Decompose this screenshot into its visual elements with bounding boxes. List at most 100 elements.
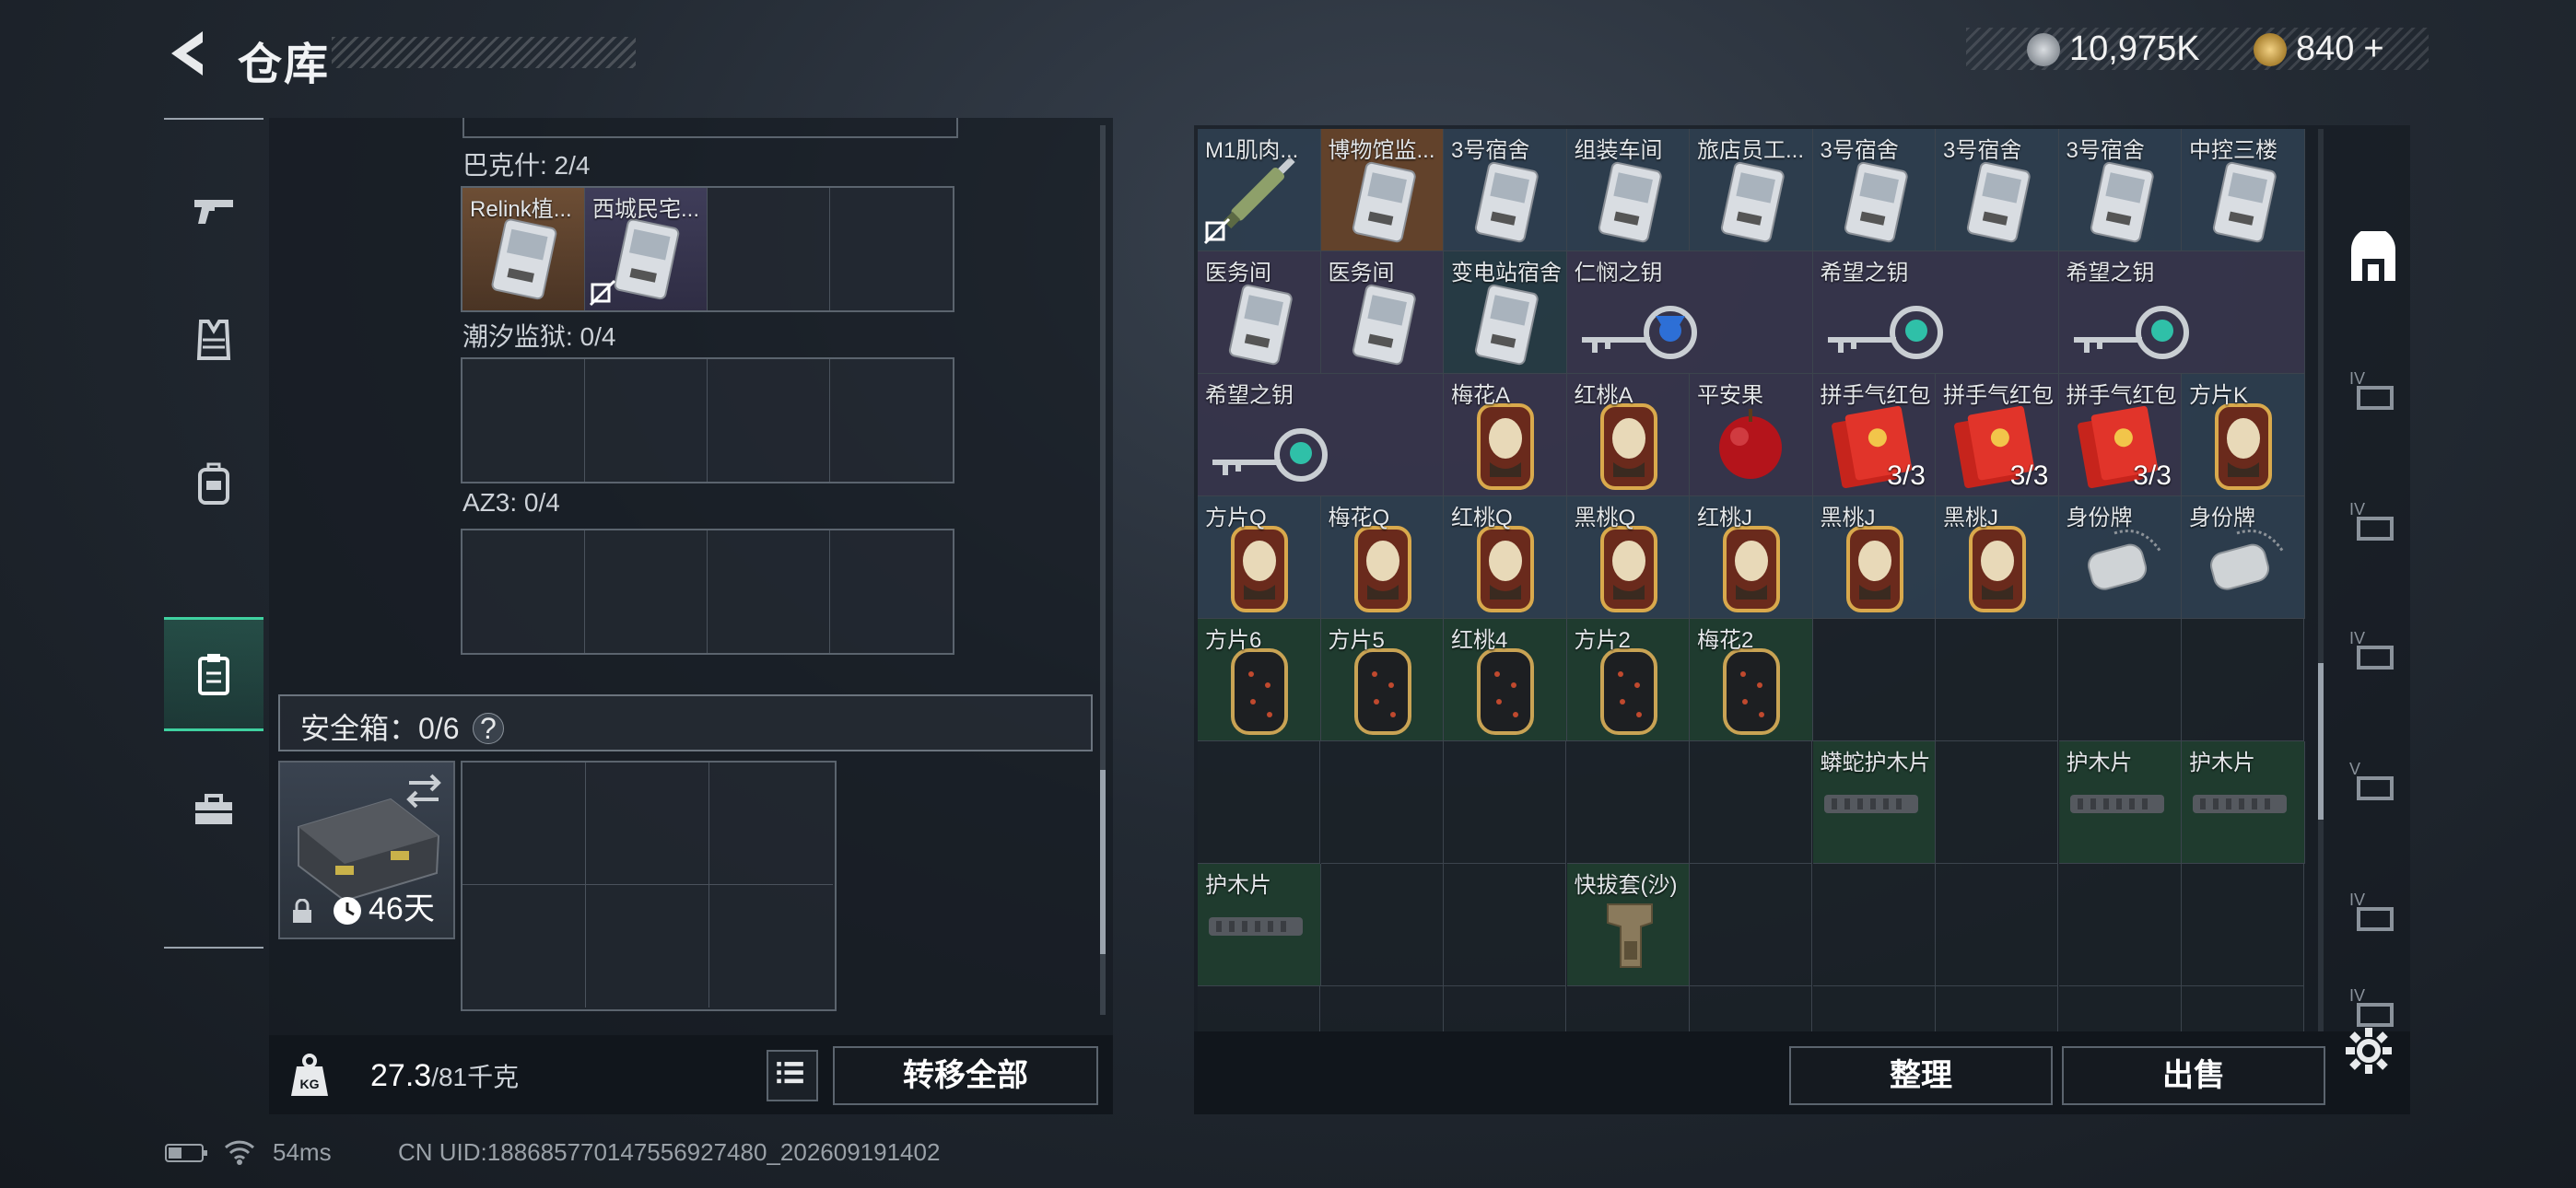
stash-item[interactable]: M1肌肉... bbox=[1198, 129, 1321, 251]
tab-armor[interactable] bbox=[164, 285, 263, 394]
key-card-slot[interactable]: 西城民宅... bbox=[585, 188, 708, 310]
empty-slot[interactable] bbox=[2058, 619, 2182, 741]
back-arrow-icon[interactable] bbox=[162, 26, 210, 81]
empty-slot[interactable] bbox=[1690, 741, 1812, 864]
empty-slot[interactable] bbox=[1444, 741, 1566, 864]
stash-item[interactable]: 中控三楼 bbox=[2182, 129, 2305, 251]
empty-slot[interactable] bbox=[1936, 619, 2058, 741]
empty-slot[interactable] bbox=[1198, 741, 1320, 864]
stash-item[interactable]: 护木片 bbox=[2058, 741, 2182, 864]
tab-stash-page-4d[interactable]: IV bbox=[2336, 851, 2410, 971]
stash-item[interactable]: 医务间 bbox=[1320, 251, 1444, 374]
safebox-case[interactable]: 46天 bbox=[278, 761, 455, 939]
empty-slot[interactable] bbox=[463, 885, 586, 1007]
stash-item[interactable]: 身份牌 bbox=[2058, 496, 2182, 619]
stash-item[interactable]: 方片Q bbox=[1198, 496, 1321, 619]
empty-slot[interactable] bbox=[709, 763, 833, 885]
empty-slot[interactable] bbox=[1936, 741, 2058, 864]
empty-slot[interactable] bbox=[830, 359, 953, 482]
stash-item[interactable]: 快拔套(沙) bbox=[1566, 864, 1690, 986]
empty-slot[interactable] bbox=[463, 359, 585, 482]
empty-slot[interactable] bbox=[1320, 864, 1444, 986]
empty-slot[interactable] bbox=[708, 530, 830, 653]
stash-item[interactable]: 黑桃J bbox=[1812, 496, 1936, 619]
tab-stash-page-5[interactable]: V bbox=[2336, 720, 2410, 840]
stash-item[interactable]: 拼手气红包 3/3 bbox=[2058, 374, 2182, 496]
stash-item[interactable]: 蟒蛇护木片 bbox=[1812, 741, 1936, 864]
currency-tokens[interactable]: 840 + bbox=[2254, 29, 2384, 69]
stash-item[interactable]: 变电站宿舍 bbox=[1444, 251, 1567, 374]
stash-item[interactable]: 希望之钥 bbox=[1198, 374, 1444, 496]
tab-keycase[interactable] bbox=[164, 617, 263, 731]
stash-item[interactable]: 希望之钥 bbox=[2058, 251, 2305, 374]
help-icon[interactable]: ? bbox=[472, 713, 504, 744]
stash-item[interactable]: 拼手气红包 3/3 bbox=[1812, 374, 1936, 496]
empty-slot[interactable] bbox=[1936, 986, 2058, 1031]
transfer-all-button[interactable]: 转移全部 bbox=[833, 1046, 1098, 1105]
left-scrollbar[interactable] bbox=[1100, 125, 1106, 1015]
stash-item[interactable]: 旅店员工... bbox=[1690, 129, 1813, 251]
stash-item[interactable]: 仁悯之钥 bbox=[1566, 251, 1813, 374]
empty-slot[interactable] bbox=[1812, 864, 1936, 986]
empty-slot[interactable] bbox=[585, 359, 708, 482]
empty-slot[interactable] bbox=[709, 885, 833, 1007]
stash-item[interactable]: 护木片 bbox=[1198, 864, 1321, 986]
stash-item[interactable]: 方片6 bbox=[1198, 619, 1321, 741]
empty-slot[interactable] bbox=[708, 359, 830, 482]
stash-item[interactable]: 3号宿舍 bbox=[2058, 129, 2182, 251]
stash-item[interactable]: 3号宿舍 bbox=[1812, 129, 1936, 251]
stash-item[interactable]: 医务间 bbox=[1198, 251, 1321, 374]
stash-item[interactable]: 梅花A bbox=[1444, 374, 1567, 496]
empty-slot[interactable] bbox=[1566, 741, 1690, 864]
tab-toolbox[interactable] bbox=[164, 755, 263, 864]
empty-slot[interactable] bbox=[1198, 986, 1320, 1031]
stash-item[interactable]: 平安果 bbox=[1690, 374, 1813, 496]
stash-item[interactable]: 方片5 bbox=[1320, 619, 1444, 741]
empty-slot[interactable] bbox=[1444, 864, 1566, 986]
stash-item[interactable]: 希望之钥 bbox=[1812, 251, 2059, 374]
settings-gear-icon[interactable] bbox=[2342, 1024, 2395, 1077]
empty-slot[interactable] bbox=[2058, 864, 2182, 986]
sell-button[interactable]: 出售 bbox=[2062, 1046, 2325, 1105]
empty-slot[interactable] bbox=[1690, 864, 1812, 986]
empty-slot[interactable] bbox=[2058, 986, 2182, 1031]
empty-slot[interactable] bbox=[463, 763, 586, 885]
stash-item[interactable]: 梅花2 bbox=[1690, 619, 1813, 741]
sort-button[interactable]: 整理 bbox=[1789, 1046, 2053, 1105]
list-view-button[interactable] bbox=[767, 1050, 818, 1101]
tab-weapons[interactable] bbox=[164, 157, 263, 265]
stash-item[interactable]: 红桃J bbox=[1690, 496, 1813, 619]
empty-slot[interactable] bbox=[463, 530, 585, 653]
stash-item[interactable]: 方片2 bbox=[1566, 619, 1690, 741]
key-card-slot[interactable]: Relink植... bbox=[463, 188, 585, 310]
stash-item[interactable]: 红桃A bbox=[1566, 374, 1690, 496]
stash-scrollbar[interactable] bbox=[2318, 129, 2324, 1031]
empty-slot[interactable] bbox=[1566, 986, 1690, 1031]
tab-stash-page-4[interactable]: IV bbox=[2336, 330, 2410, 449]
stash-item[interactable]: 博物馆监... bbox=[1320, 129, 1444, 251]
empty-slot[interactable] bbox=[708, 188, 830, 310]
empty-slot[interactable] bbox=[830, 188, 953, 310]
tab-backpack[interactable] bbox=[164, 429, 263, 538]
empty-slot[interactable] bbox=[2182, 986, 2304, 1031]
stash-item[interactable]: 拼手气红包 3/3 bbox=[1936, 374, 2059, 496]
empty-slot[interactable] bbox=[2182, 619, 2304, 741]
empty-slot[interactable] bbox=[1690, 986, 1812, 1031]
empty-slot[interactable] bbox=[1936, 864, 2058, 986]
empty-slot[interactable] bbox=[1444, 986, 1566, 1031]
empty-slot[interactable] bbox=[1812, 619, 1936, 741]
stash-item[interactable]: 黑桃J bbox=[1936, 496, 2059, 619]
empty-slot[interactable] bbox=[2182, 864, 2304, 986]
stash-item[interactable]: 身份牌 bbox=[2182, 496, 2305, 619]
stash-item[interactable]: 梅花Q bbox=[1320, 496, 1444, 619]
stash-item[interactable]: 护木片 bbox=[2182, 741, 2305, 864]
add-currency-icon[interactable]: + bbox=[2363, 29, 2383, 69]
empty-slot[interactable] bbox=[586, 763, 709, 885]
tab-stash-main[interactable] bbox=[2336, 199, 2410, 319]
stash-item[interactable]: 红桃4 bbox=[1444, 619, 1567, 741]
stash-item[interactable]: 黑桃Q bbox=[1566, 496, 1690, 619]
empty-slot[interactable] bbox=[1320, 741, 1444, 864]
stash-item[interactable]: 组装车间 bbox=[1566, 129, 1690, 251]
tab-stash-page-4c[interactable]: IV bbox=[2336, 589, 2410, 709]
empty-slot[interactable] bbox=[585, 530, 708, 653]
